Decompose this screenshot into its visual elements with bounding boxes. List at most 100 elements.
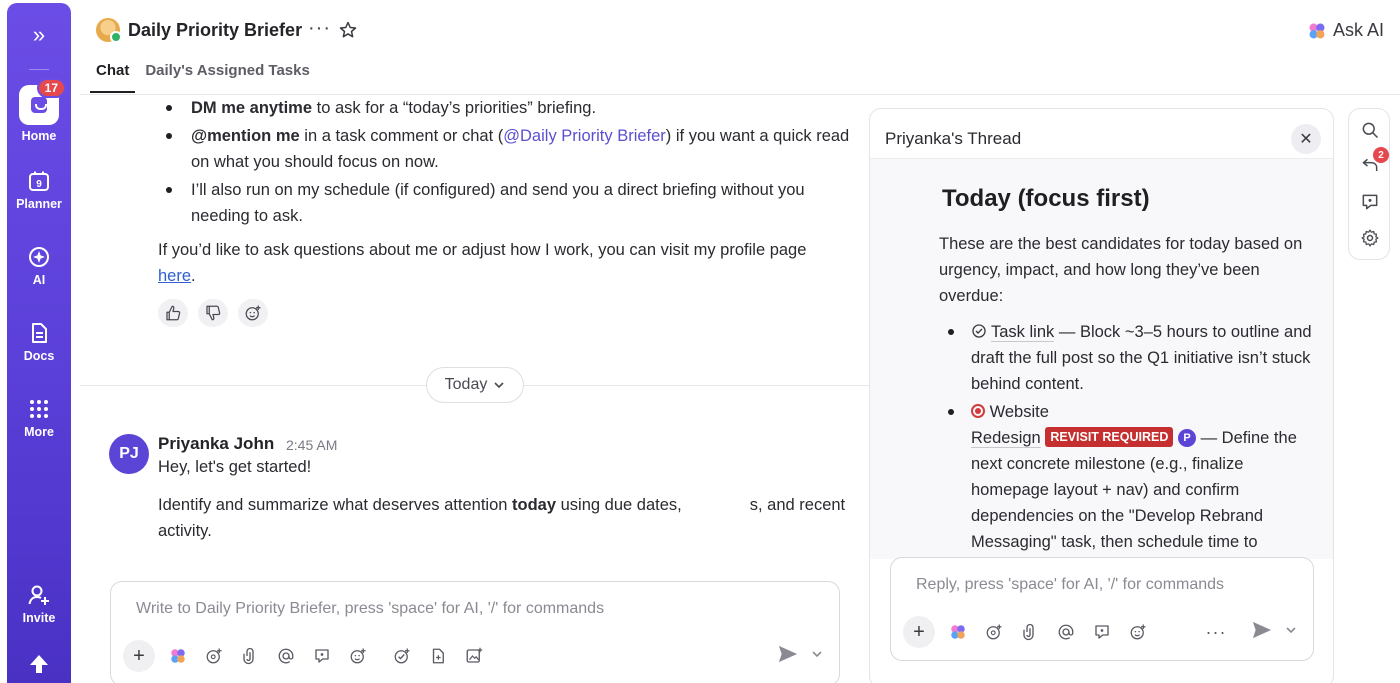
calendar-icon: 9 <box>29 171 49 191</box>
agent-avatar[interactable] <box>96 18 122 43</box>
emoji-icon[interactable] <box>345 643 371 669</box>
close-icon[interactable]: ✕ <box>1291 124 1321 154</box>
more-options-icon[interactable]: ··· <box>1203 619 1229 645</box>
thumbs-down-icon[interactable] <box>198 299 228 327</box>
task-check-icon <box>972 324 986 338</box>
upgrade-arrow-icon[interactable] <box>7 653 71 677</box>
comment-icon[interactable] <box>309 643 335 669</box>
send-icon[interactable] <box>1251 620 1273 645</box>
emoji-add-icon[interactable] <box>981 619 1007 645</box>
list-item: I’ll also run on my schedule (if configu… <box>166 177 851 229</box>
task-check-icon[interactable] <box>389 643 415 669</box>
add-icon[interactable]: + <box>123 640 155 672</box>
reaction-bar <box>158 299 268 327</box>
nav-item-planner[interactable]: 9 Planner <box>7 169 71 211</box>
search-icon[interactable] <box>1360 120 1380 140</box>
mention-icon[interactable] <box>1053 619 1079 645</box>
app-window: » 17 Home 9 Planner AI Docs More Invite … <box>0 0 1400 683</box>
nav-label-invite: Invite <box>22 611 56 625</box>
profile-link[interactable]: here <box>158 267 191 285</box>
left-nav-rail: » 17 Home 9 Planner AI Docs More Invite <box>7 3 71 683</box>
thread-header: Priyanka's Thread ✕ <box>870 109 1333 159</box>
list-item: Task link — Block ~3–5 hours to outline … <box>948 319 1321 397</box>
more-options-icon[interactable]: ··· <box>308 17 331 40</box>
ask-ai-button[interactable]: Ask AI <box>1307 20 1384 41</box>
ai-brain-icon[interactable] <box>945 619 971 645</box>
thread-heading: Today (focus first) <box>942 185 1150 212</box>
nav-label-more: More <box>24 425 54 439</box>
create-doc-icon[interactable] <box>425 643 451 669</box>
message-composer[interactable]: Write to Daily Priority Briefer, press '… <box>110 581 840 683</box>
nav-label-planner: Planner <box>16 197 62 211</box>
thread-message-body: Today (focus first) These are the best c… <box>870 159 1333 559</box>
grid-dots-icon <box>30 400 48 418</box>
chevron-down-icon <box>494 382 504 389</box>
message-text: Hey, let's get started! <box>158 458 312 476</box>
message-timestamp: 2:45 AM <box>286 437 338 453</box>
ai-brain-icon <box>1309 23 1325 38</box>
message-author[interactable]: Priyanka John <box>158 434 274 454</box>
agent-mention-link[interactable]: @Daily Priority Briefer <box>503 127 666 145</box>
send-icon[interactable] <box>777 644 799 669</box>
assignee-avatar[interactable]: P <box>1177 429 1196 447</box>
nav-item-home[interactable]: 17 Home <box>7 78 71 143</box>
thumbs-up-icon[interactable] <box>158 299 188 327</box>
page-title: Daily Priority Briefer <box>128 20 303 40</box>
nav-label-docs: Docs <box>23 349 55 363</box>
profile-paragraph: If you’d like to ask questions about me … <box>158 241 807 285</box>
expand-sidebar-icon[interactable]: » <box>7 21 71 49</box>
add-reaction-icon[interactable] <box>238 299 268 327</box>
thread-title: Priyanka's Thread <box>885 129 1022 148</box>
date-divider-pill[interactable]: Today <box>426 367 524 403</box>
avatar[interactable]: PJ <box>109 434 149 474</box>
ai-brain-icon[interactable] <box>165 643 191 669</box>
chevron-down-icon[interactable] <box>811 647 823 665</box>
list-item: DM me anytime to ask for a “today’s prio… <box>166 95 851 121</box>
add-icon[interactable]: + <box>903 616 935 648</box>
mention-icon[interactable] <box>273 643 299 669</box>
emoji-add-icon[interactable] <box>201 643 227 669</box>
tab-chat[interactable]: Chat <box>90 62 136 93</box>
chevron-down-icon[interactable] <box>1285 623 1297 641</box>
add-image-icon[interactable] <box>461 643 487 669</box>
nav-item-invite[interactable]: Invite <box>7 583 71 625</box>
nav-label-ai: AI <box>32 273 46 287</box>
reply-composer[interactable]: Reply, press 'space' for AI, '/' for com… <box>890 557 1314 661</box>
list-item: Website Redesign REVISIT REQUIRED P — Def… <box>948 399 1321 555</box>
comment-icon[interactable] <box>1089 619 1115 645</box>
nav-item-ai[interactable]: AI <box>7 245 71 287</box>
nav-label-home: Home <box>21 129 57 143</box>
attachment-icon[interactable] <box>1017 619 1043 645</box>
intro-bullet-list: DM me anytime to ask for a “today’s prio… <box>166 95 851 231</box>
task-link[interactable]: Task link <box>991 323 1055 342</box>
composer-placeholder: Write to Daily Priority Briefer, press '… <box>136 600 605 617</box>
nav-item-docs[interactable]: Docs <box>7 321 71 363</box>
replies-badge: 2 <box>1373 147 1389 163</box>
nav-item-more[interactable]: More <box>7 397 71 439</box>
priority-list: Task link — Block ~3–5 hours to outline … <box>948 319 1321 557</box>
svg-text:9: 9 <box>36 179 42 190</box>
home-badge: 17 <box>36 78 66 98</box>
add-user-icon <box>28 585 49 605</box>
attachment-icon[interactable] <box>237 643 263 669</box>
right-action-rail: 2 <box>1348 108 1390 260</box>
thread-intro: These are the best candidates for today … <box>939 235 1303 305</box>
date-divider-label: Today <box>444 376 488 393</box>
status-badge: REVISIT REQUIRED <box>1045 427 1174 447</box>
list-item: @mention me in a task comment or chat (@… <box>166 123 851 175</box>
composer-toolbar: + <box>123 640 487 672</box>
chat-area: DM me anytime to ask for a “today’s prio… <box>80 95 870 683</box>
tab-bar: Chat Daily's Assigned Tasks <box>90 62 320 93</box>
star-icon[interactable] <box>338 20 358 45</box>
emoji-icon[interactable] <box>1125 619 1151 645</box>
message-text: Identify and summarize what deserves att… <box>158 496 846 540</box>
reply-placeholder: Reply, press 'space' for AI, '/' for com… <box>916 576 1225 593</box>
chat-header: Daily Priority Briefer ··· Ask AI Chat D… <box>80 0 1400 95</box>
comment-icon[interactable] <box>1360 192 1380 212</box>
status-icon <box>971 404 985 418</box>
document-icon <box>32 323 47 343</box>
tab-daily-assigned-tasks[interactable]: Daily's Assigned Tasks <box>139 62 315 93</box>
ai-sparkle-icon <box>29 247 49 267</box>
ask-ai-label: Ask AI <box>1332 20 1384 40</box>
gear-icon[interactable] <box>1360 228 1380 248</box>
